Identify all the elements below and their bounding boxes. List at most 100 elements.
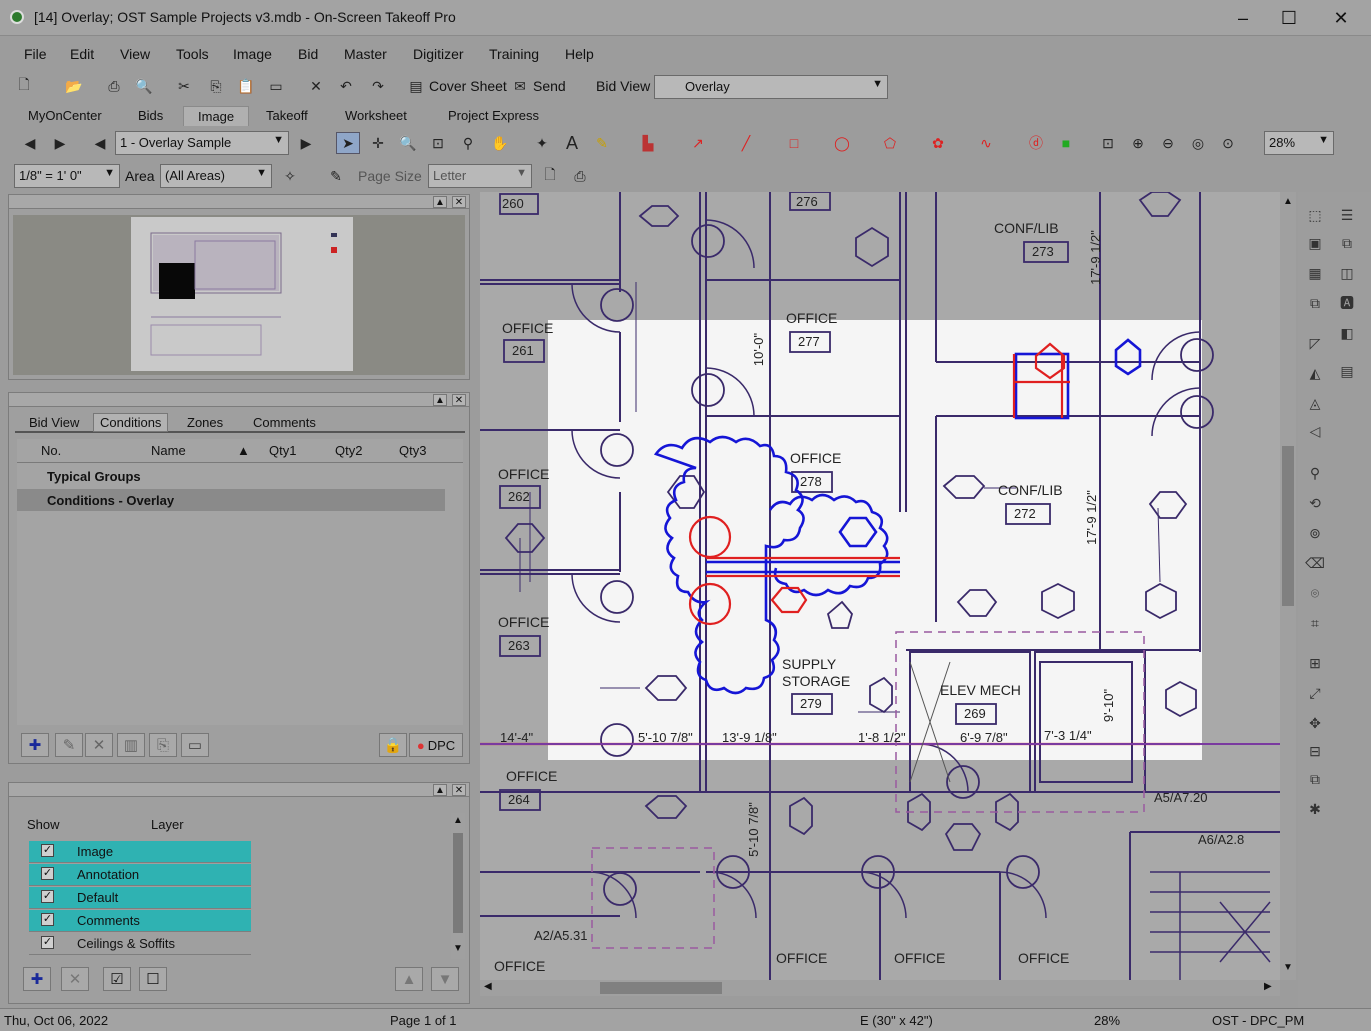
col-qty2[interactable]: Qty2 — [335, 443, 362, 458]
maximize-button[interactable]: ☐ — [1266, 4, 1312, 32]
lasso-icon[interactable]: ⌾ — [1304, 582, 1326, 604]
measure-icon[interactable]: ◸ — [1304, 332, 1326, 354]
fill-icon[interactable]: ■ — [1054, 132, 1078, 154]
stamp-tool-icon[interactable]: ⓓ — [1024, 132, 1048, 154]
expand-icon[interactable]: ⤢ — [1304, 682, 1326, 704]
minimize-button[interactable]: – — [1220, 4, 1266, 32]
crosshair-icon[interactable]: ✛ — [366, 132, 390, 154]
zoom-select[interactable]: 28% ▼ — [1264, 131, 1334, 155]
page-setup-icon[interactable]: ✎ — [324, 165, 348, 187]
scroll-down-icon[interactable]: ▼ — [1283, 962, 1293, 973]
zoom-100-icon[interactable]: ◎ — [1186, 132, 1210, 154]
thumbnail-page[interactable] — [131, 217, 353, 371]
layer-row-annotation[interactable]: ✓ Annotation — [29, 864, 251, 886]
page-select[interactable]: 1 - Overlay Sample ▼ — [115, 131, 289, 155]
menu-training[interactable]: Training — [489, 46, 539, 62]
tab-comments[interactable]: Comments — [253, 415, 316, 430]
layers-scrollbar[interactable]: ▲ ▼ — [451, 813, 465, 959]
stack-icon[interactable]: ◫ — [1336, 262, 1358, 284]
move-icon[interactable]: ✥ — [1304, 712, 1326, 734]
scroll-up-icon[interactable]: ▲ — [1283, 196, 1293, 207]
lock-icon[interactable]: 🔒 — [379, 733, 407, 757]
next-page-icon[interactable]: ▶ — [294, 132, 318, 154]
move-up-button[interactable]: ▲ — [395, 967, 423, 991]
back-icon[interactable]: ◀ — [18, 132, 42, 154]
tab-bids[interactable]: Bids — [138, 108, 163, 123]
edit-condition-button[interactable]: ✎ — [55, 733, 83, 757]
menu-digitizer[interactable]: Digitizer — [413, 46, 464, 62]
layer-row-default[interactable]: ✓ Default — [29, 887, 251, 909]
scroll-left-icon[interactable]: ◀ — [484, 981, 492, 992]
close-icon[interactable]: ✕ — [452, 196, 466, 208]
copy-condition-button[interactable]: ▥ — [117, 733, 145, 757]
delete-condition-button[interactable]: ✕ — [85, 733, 113, 757]
collapse-icon[interactable]: ▲ — [433, 394, 447, 406]
scroll-right-icon[interactable]: ▶ — [1264, 981, 1272, 992]
check-all-button[interactable]: ☑ — [103, 967, 131, 991]
erase-icon[interactable]: ⌫ — [1304, 552, 1326, 574]
uncheck-all-button[interactable]: ☐ — [139, 967, 167, 991]
folder-condition-button[interactable]: ▭ — [181, 733, 209, 757]
crop-icon[interactable]: ⌗ — [1304, 612, 1326, 634]
layer-checkbox[interactable]: ✓ — [41, 867, 54, 880]
send-button[interactable]: Send — [533, 78, 566, 94]
menu-file[interactable]: File — [24, 46, 47, 62]
layer-checkbox[interactable]: ✓ — [41, 913, 54, 926]
puzzle-icon[interactable]: ✱ — [1304, 798, 1326, 820]
freehand-tool-icon[interactable]: ∿ — [974, 132, 998, 154]
layer-checkbox[interactable]: ✓ — [41, 936, 54, 949]
pin-icon[interactable]: ⚲ — [1304, 462, 1326, 484]
scroll-up-icon[interactable]: ▲ — [453, 815, 463, 826]
collapse-icon[interactable]: ▲ — [433, 196, 447, 208]
delete-layer-button[interactable]: ✕ — [61, 967, 89, 991]
collapse-icon[interactable]: ▲ — [433, 784, 447, 796]
select-pointer-icon[interactable]: ➤ — [336, 132, 360, 154]
polygon-tool-icon[interactable]: ⬠ — [878, 132, 902, 154]
paste-special-icon[interactable]: ▭ — [264, 75, 288, 97]
new-icon[interactable]: 🗋 — [12, 75, 36, 97]
zoom-out-icon[interactable]: ⊖ — [1156, 132, 1180, 154]
menu-bid[interactable]: Bid — [298, 46, 318, 62]
paste-condition-button[interactable]: ⎘ — [149, 733, 177, 757]
tab-image[interactable]: Image — [183, 106, 250, 126]
copy-page-icon[interactable]: ⧉ — [1304, 768, 1326, 790]
menu-view[interactable]: View — [120, 46, 150, 62]
add-layer-button[interactable]: ✚ — [23, 967, 51, 991]
zoom-window-icon[interactable]: ⊡ — [426, 132, 450, 154]
menu-image[interactable]: Image — [233, 46, 272, 62]
redo-icon[interactable]: ↷ — [366, 75, 390, 97]
text-box-icon[interactable]: 🅰 — [1336, 292, 1358, 314]
callout-icon[interactable]: ▙ — [636, 132, 660, 154]
delete-icon[interactable]: ✕ — [304, 75, 328, 97]
count-icon[interactable]: ◬ — [1304, 392, 1326, 414]
canvas-vscrollbar[interactable]: ▲ ▼ — [1280, 192, 1296, 980]
print-page-icon[interactable]: ⎙ — [568, 165, 592, 187]
tab-takeoff[interactable]: Takeoff — [266, 108, 308, 123]
rectangle-tool-icon[interactable]: □ — [782, 132, 806, 154]
prev-page-icon[interactable]: ◀ — [88, 132, 112, 154]
arrow-tool-icon[interactable]: ↗ — [686, 132, 710, 154]
bid-view-select[interactable]: Overlay ▼ — [654, 75, 888, 99]
table-icon[interactable]: ▦ — [1304, 262, 1326, 284]
scale-select[interactable]: 1/8" = 1' 0" ▼ — [14, 164, 120, 188]
scroll-thumb[interactable] — [1282, 446, 1294, 606]
print-icon[interactable]: ⎙ — [102, 75, 126, 97]
scroll-down-icon[interactable]: ▼ — [453, 943, 463, 954]
ellipse-tool-icon[interactable]: ◯ — [830, 132, 854, 154]
copy-icon[interactable]: ⎘ — [204, 75, 228, 97]
grid-select-icon[interactable]: ⬚ — [1304, 204, 1326, 226]
layer-checkbox[interactable]: ✓ — [41, 890, 54, 903]
tab-myoncenter[interactable]: MyOnCenter — [28, 108, 102, 123]
area-select[interactable]: (All Areas) ▼ — [160, 164, 272, 188]
scroll-thumb[interactable] — [600, 982, 722, 994]
layers-icon[interactable]: ⧉ — [1304, 292, 1326, 314]
pan-hand-icon[interactable]: ✋ — [488, 132, 512, 154]
open-folder-icon[interactable]: 📂 — [62, 75, 86, 97]
table-row[interactable]: Conditions - Overlay — [17, 489, 445, 511]
angle-icon[interactable]: ◁ — [1304, 420, 1326, 442]
overlay-icon[interactable]: ⧉ — [1336, 232, 1358, 254]
page-nav-icon[interactable]: ◧ — [1336, 322, 1358, 344]
spark-icon[interactable]: ✦ — [530, 132, 554, 154]
rotate-icon[interactable]: ⟲ — [1304, 492, 1326, 514]
undo-icon[interactable]: ↶ — [334, 75, 358, 97]
